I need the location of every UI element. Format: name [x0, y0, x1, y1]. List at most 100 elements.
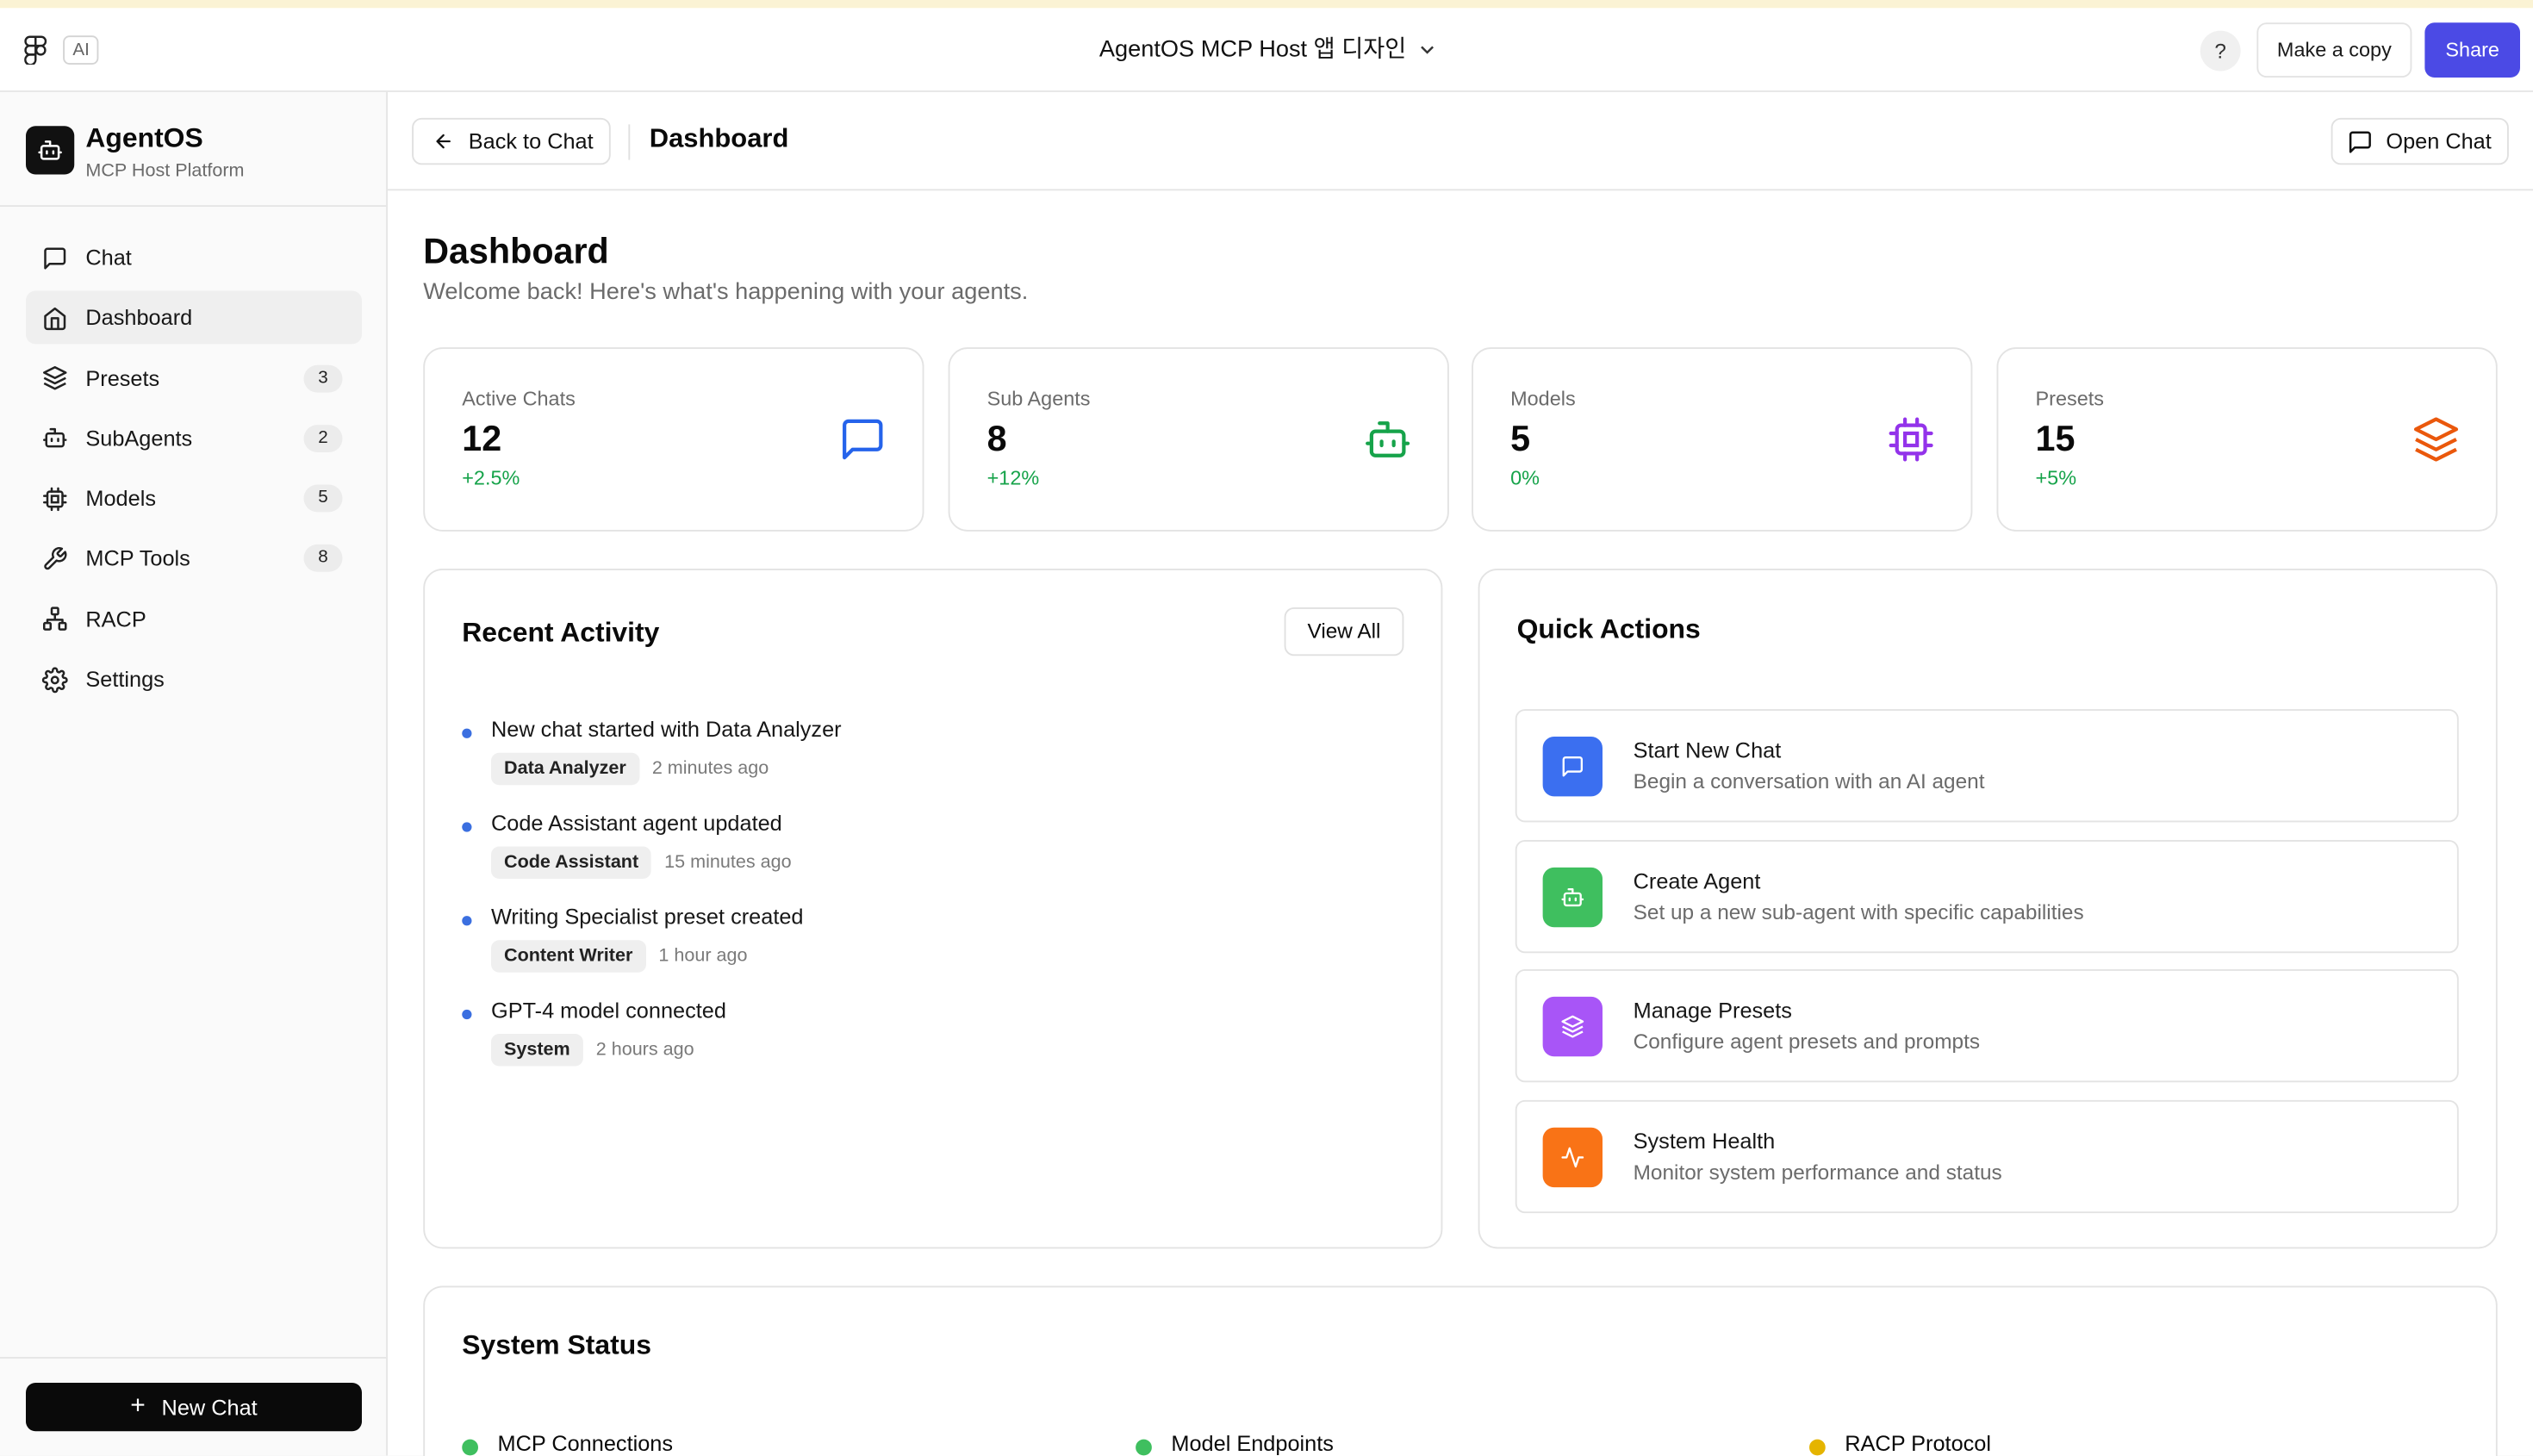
quick-action-title: Manage Presets — [1633, 998, 1792, 1023]
system-status-panel: System Status MCP Connections Model Endp… — [423, 1285, 2498, 1456]
list-item[interactable]: GPT-4 model connected System 2 hours ago — [462, 999, 1366, 1092]
sidebar-item-racp[interactable]: RACP — [26, 593, 362, 646]
sidebar-item-presets[interactable]: Presets 3 — [26, 352, 362, 405]
main-header: Back to Chat Dashboard Open Chat — [388, 92, 2533, 191]
main-content: Back to Chat Dashboard Open Chat Dashboa… — [388, 91, 2533, 1456]
panel-title: Quick Actions — [1516, 613, 1701, 645]
chat-icon — [1542, 737, 1603, 797]
sidebar-item-models[interactable]: Models 5 — [26, 472, 362, 526]
list-item[interactable]: New chat started with Data Analyzer Data… — [462, 718, 1366, 812]
page-subtitle: Welcome back! Here's what's happening wi… — [423, 279, 1029, 306]
stat-change: +5% — [2035, 466, 2077, 490]
chat-icon — [2349, 130, 2371, 152]
panel-title: Recent Activity — [462, 617, 660, 648]
brand-subtitle: MCP Host Platform — [85, 161, 245, 182]
divider — [628, 124, 631, 160]
chat-icon — [42, 245, 68, 271]
activity-text: GPT-4 model connected — [491, 998, 726, 1023]
page-title: Dashboard — [423, 231, 609, 271]
stat-value: 15 — [2035, 418, 2076, 459]
quick-action-create-agent[interactable]: Create Agent Set up a new sub-agent with… — [1515, 839, 2459, 953]
cpu-icon — [1889, 417, 1933, 462]
sidebar-item-label: SubAgents — [85, 426, 193, 451]
divider — [0, 1357, 387, 1359]
activity-tag: Data Analyzer — [491, 752, 639, 786]
view-all-button[interactable]: View All — [1284, 607, 1404, 656]
quick-action-system-health[interactable]: System Health Monitor system performance… — [1515, 1098, 2459, 1213]
quick-action-desc: Monitor system performance and status — [1633, 1159, 2002, 1184]
back-to-chat-button[interactable]: Back to Chat — [412, 117, 611, 165]
new-chat-label: New Chat — [161, 1395, 258, 1420]
gear-icon — [41, 666, 68, 693]
brand-name: AgentOS — [85, 122, 203, 154]
sidebar-item-label: Settings — [85, 667, 165, 692]
bullet-dot — [462, 728, 472, 738]
quick-action-desc: Set up a new sub-agent with specific cap… — [1633, 899, 2084, 924]
panel-title: System Status — [462, 1329, 651, 1360]
bot-icon — [1542, 866, 1603, 927]
help-button[interactable]: ? — [2200, 30, 2241, 72]
status-label: Model Endpoints — [1171, 1430, 1334, 1455]
activity-time: 1 hour ago — [658, 946, 748, 967]
quick-action-desc: Configure agent presets and prompts — [1633, 1029, 1981, 1054]
stat-card-presets[interactable]: Presets 15 +5% — [1996, 347, 2498, 532]
status-dot — [462, 1439, 478, 1456]
sidebar-item-label: MCP Tools — [85, 546, 190, 571]
status-dot — [1136, 1439, 1152, 1456]
list-item[interactable]: Code Assistant agent updated Code Assist… — [462, 811, 1366, 905]
bot-logo-icon — [26, 126, 75, 175]
quick-action-start-new-chat[interactable]: Start New Chat Begin a conversation with… — [1515, 709, 2459, 823]
bullet-dot — [462, 822, 472, 832]
back-to-chat-label: Back to Chat — [468, 129, 594, 154]
sidebar-item-chat[interactable]: Chat — [26, 231, 362, 284]
sidebar-item-subagents[interactable]: SubAgents 2 — [26, 412, 362, 465]
activity-tag: Code Assistant — [491, 846, 652, 879]
status-item-model-endpoints: Model Endpoints — [1136, 1429, 1334, 1456]
activity-time: 2 minutes ago — [651, 759, 769, 779]
status-item-mcp-connections: MCP Connections — [462, 1429, 673, 1456]
sidebar-item-label: RACP — [85, 607, 146, 632]
bot-icon — [1366, 421, 1410, 457]
network-icon — [42, 607, 68, 632]
activity-meta: Code Assistant 15 minutes ago — [491, 846, 792, 879]
bullet-dot — [462, 916, 472, 926]
count-badge: 3 — [303, 364, 343, 392]
stat-card-sub-agents[interactable]: Sub Agents 8 +12% — [948, 347, 1449, 532]
header-title: Dashboard — [649, 124, 789, 154]
new-chat-button[interactable]: + New Chat — [26, 1383, 362, 1432]
stat-change: 0% — [1510, 466, 1540, 490]
quick-action-title: System Health — [1633, 1128, 1776, 1153]
share-button[interactable]: Share — [2424, 22, 2520, 78]
activity-time: 2 hours ago — [595, 1040, 694, 1061]
quick-action-title: Start New Chat — [1633, 737, 1782, 762]
figma-toolbar: AI AgentOS MCP Host 앱 디자인 ? Make a copy … — [0, 8, 2533, 92]
app-window: AI AgentOS MCP Host 앱 디자인 ? Make a copy … — [0, 0, 2533, 1456]
layers-icon — [1542, 996, 1603, 1057]
sidebar-item-label: Presets — [85, 365, 160, 390]
stat-card-models[interactable]: Models 5 0% — [1472, 347, 1973, 532]
quick-action-manage-presets[interactable]: Manage Presets Configure agent presets a… — [1515, 969, 2459, 1083]
file-title[interactable]: AgentOS MCP Host 앱 디자인 — [0, 34, 2533, 66]
chat-icon — [843, 419, 883, 460]
stat-card-active-chats[interactable]: Active Chats 12 +2.5% — [423, 347, 924, 532]
sidebar-nav: Chat Dashboard Presets 3 SubAgents 2 Mod… — [26, 231, 362, 712]
chevron-down-icon — [1420, 46, 1434, 54]
list-item[interactable]: Writing Specialist preset created Conten… — [462, 905, 1366, 999]
stat-label: Models — [1510, 388, 1576, 411]
open-chat-label: Open Chat — [2386, 129, 2492, 154]
activity-text: Code Assistant agent updated — [491, 811, 782, 836]
bullet-dot — [462, 1009, 472, 1020]
sidebar-item-dashboard[interactable]: Dashboard — [26, 291, 362, 345]
sidebar-item-mcp-tools[interactable]: MCP Tools 8 — [26, 532, 362, 586]
wrench-icon — [42, 546, 68, 572]
activity-time: 15 minutes ago — [664, 853, 792, 873]
sidebar-item-label: Dashboard — [85, 305, 193, 331]
status-item-racp-protocol: RACP Protocol — [1809, 1429, 1992, 1456]
stat-label: Presets — [2035, 388, 2104, 411]
open-chat-button[interactable]: Open Chat — [2331, 117, 2509, 165]
arrow-left-icon — [436, 134, 451, 149]
sidebar-item-settings[interactable]: Settings — [26, 653, 362, 706]
make-copy-button[interactable]: Make a copy — [2256, 22, 2412, 78]
quick-action-title: Create Agent — [1633, 868, 1761, 893]
status-label: RACP Protocol — [1845, 1430, 1992, 1455]
